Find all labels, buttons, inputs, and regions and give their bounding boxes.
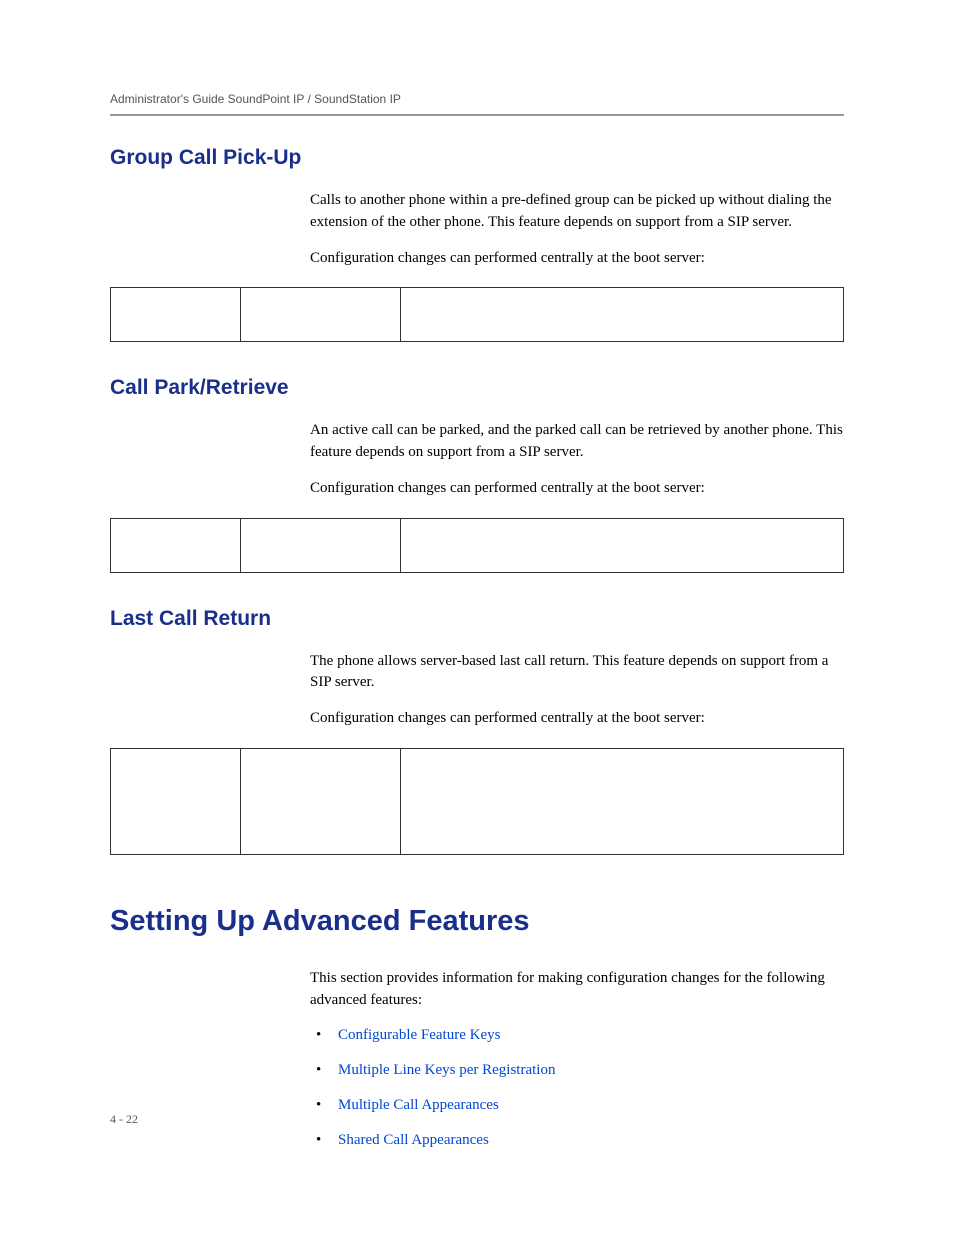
table-cell xyxy=(111,518,241,572)
table-cell xyxy=(241,518,401,572)
table-cell xyxy=(111,288,241,342)
paragraph: Configuration changes can performed cent… xyxy=(310,248,844,270)
table-cell xyxy=(401,518,844,572)
link-shared-call-appearances[interactable]: Shared Call Appearances xyxy=(338,1132,489,1148)
heading-call-park-retrieve: Call Park/Retrieve xyxy=(110,376,844,400)
link-multiple-call-appearances[interactable]: Multiple Call Appearances xyxy=(338,1097,499,1113)
advanced-features-list: Configurable Feature Keys Multiple Line … xyxy=(310,1025,844,1151)
table-cell xyxy=(241,748,401,854)
link-configurable-feature-keys[interactable]: Configurable Feature Keys xyxy=(338,1027,500,1043)
heading-last-call-return: Last Call Return xyxy=(110,607,844,631)
table-cell xyxy=(111,748,241,854)
paragraph: Configuration changes can performed cent… xyxy=(310,478,844,500)
paragraph: The phone allows server-based last call … xyxy=(310,651,844,695)
config-table-group-call xyxy=(110,287,844,342)
config-table-call-park xyxy=(110,518,844,573)
table-cell xyxy=(401,748,844,854)
config-table-last-call xyxy=(110,748,844,855)
table-cell xyxy=(401,288,844,342)
paragraph: Configuration changes can performed cent… xyxy=(310,708,844,730)
paragraph: Calls to another phone within a pre-defi… xyxy=(310,190,844,234)
heading-setting-up-advanced-features: Setting Up Advanced Features xyxy=(110,905,844,938)
table-row xyxy=(111,288,844,342)
paragraph: An active call can be parked, and the pa… xyxy=(310,420,844,464)
header-doc-title: Administrator's Guide SoundPoint IP / So… xyxy=(110,92,844,106)
table-row xyxy=(111,748,844,854)
list-item: Shared Call Appearances xyxy=(310,1130,844,1151)
page-number: 4 - 22 xyxy=(110,1112,138,1127)
table-row xyxy=(111,518,844,572)
table-cell xyxy=(241,288,401,342)
list-item: Multiple Call Appearances xyxy=(310,1095,844,1116)
header-divider xyxy=(110,114,844,116)
link-multiple-line-keys[interactable]: Multiple Line Keys per Registration xyxy=(338,1062,555,1078)
heading-group-call-pickup: Group Call Pick-Up xyxy=(110,146,844,170)
list-item: Multiple Line Keys per Registration xyxy=(310,1060,844,1081)
paragraph: This section provides information for ma… xyxy=(310,968,844,1012)
list-item: Configurable Feature Keys xyxy=(310,1025,844,1046)
